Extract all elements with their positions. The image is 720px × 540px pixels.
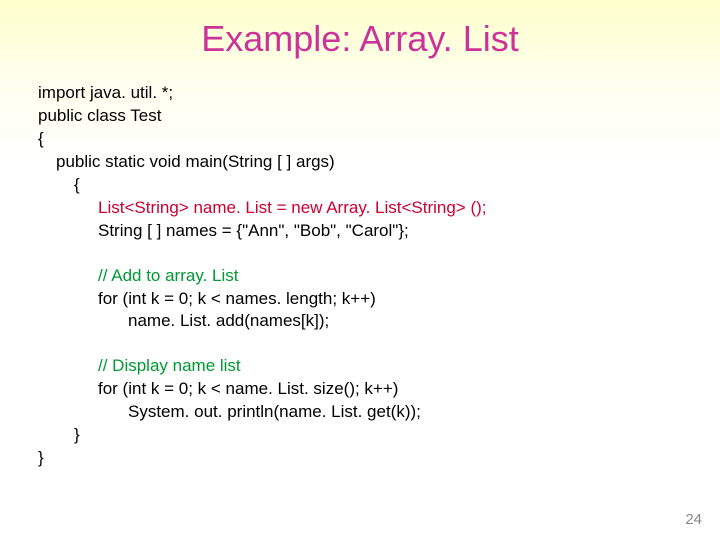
code-line: // Add to array. List <box>38 265 720 288</box>
code-line: } <box>38 447 720 470</box>
code-line: public static void main(String [ ] args) <box>38 151 720 174</box>
code-line: { <box>38 174 720 197</box>
code-line: import java. util. *; <box>38 82 720 105</box>
code-block: import java. util. *; public class Test … <box>0 70 720 470</box>
page-number: 24 <box>685 511 702 528</box>
code-line: for (int k = 0; k < names. length; k++) <box>38 288 720 311</box>
code-line: for (int k = 0; k < name. List. size(); … <box>38 378 720 401</box>
code-line: } <box>38 424 720 447</box>
code-line: List<String> name. List = new Array. Lis… <box>38 197 720 220</box>
code-line: // Display name list <box>38 355 720 378</box>
code-line: String [ ] names = {"Ann", "Bob", "Carol… <box>38 220 720 243</box>
code-line: public class Test <box>38 105 720 128</box>
code-line: System. out. println(name. List. get(k))… <box>38 401 720 424</box>
code-line: { <box>38 128 720 151</box>
code-line: name. List. add(names[k]); <box>38 310 720 333</box>
slide-title: Example: Array. List <box>0 0 720 70</box>
